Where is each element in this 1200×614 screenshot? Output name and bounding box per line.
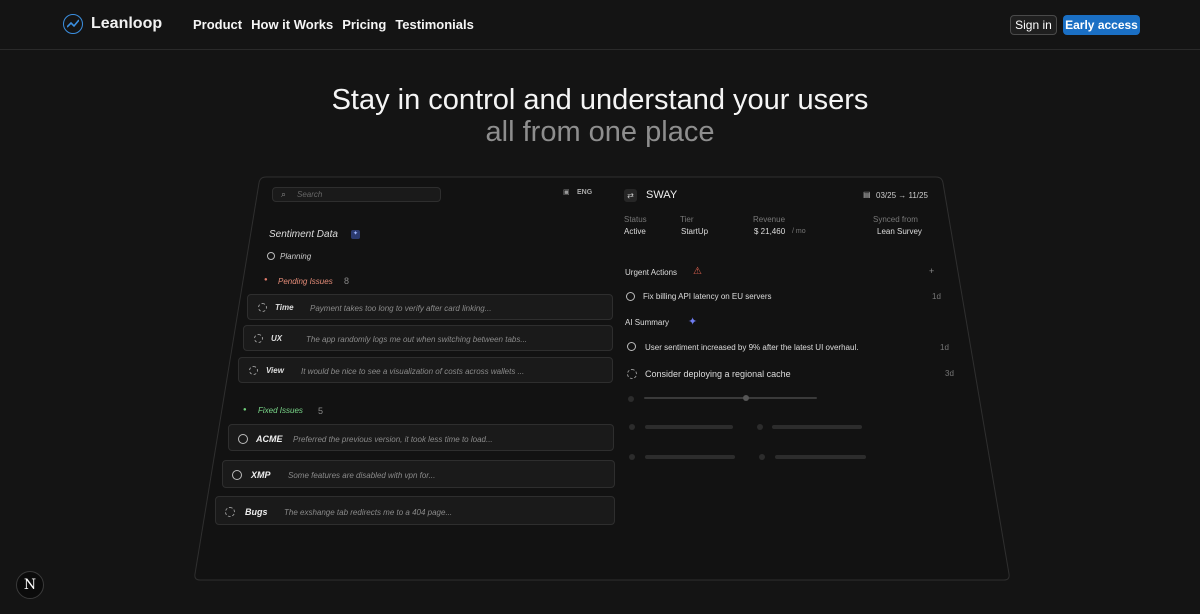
fixed-item[interactable]: ACME Preferred the previous version, it …	[228, 424, 614, 451]
skeleton-dot	[628, 396, 634, 402]
dashed-circle-icon	[254, 334, 263, 343]
revenue-value: $ 21,460	[754, 227, 786, 236]
skeleton-slider	[644, 397, 817, 399]
item-tag: XMP	[251, 470, 271, 480]
pending-count: 8	[344, 276, 350, 286]
skeleton-slider-thumb	[743, 395, 749, 401]
search-icon: ⌕	[281, 189, 287, 199]
planning-label: Planning	[280, 252, 312, 261]
warning-icon: ⚠	[693, 266, 702, 277]
urgent-item-time: 1d	[932, 292, 941, 301]
revenue-unit: / mo	[792, 228, 806, 235]
fixed-label[interactable]: Fixed Issues	[258, 406, 303, 415]
revenue-label: Revenue	[753, 215, 786, 224]
skeleton-bar	[645, 455, 735, 459]
circle-icon	[232, 470, 242, 480]
item-text: Some features are disabled with vpn for.…	[288, 471, 436, 480]
fixed-item[interactable]: XMP Some features are disabled with vpn …	[222, 460, 615, 488]
dashed-circle-icon	[627, 369, 637, 379]
item-text: The exshange tab redirects me to a 404 p…	[284, 508, 453, 517]
skeleton-dot	[757, 424, 763, 430]
item-text: Payment takes too long to verify after c…	[310, 304, 492, 313]
add-action-button[interactable]: +	[929, 266, 934, 276]
fixed-item[interactable]: Bugs The exshange tab redirects me to a …	[215, 496, 615, 525]
dashed-circle-icon	[249, 366, 258, 375]
circle-icon	[627, 342, 636, 351]
synced-label: Synced from	[873, 215, 918, 224]
urgent-label: Urgent Actions	[625, 268, 678, 277]
item-tag: Time	[275, 303, 294, 312]
circle-icon	[238, 434, 248, 444]
synced-value: Lean Survey	[877, 227, 922, 236]
dashed-circle-icon	[258, 303, 267, 312]
ai-item-text[interactable]: Consider deploying a regional cache	[645, 369, 791, 379]
planning-circle-icon	[267, 252, 275, 260]
status-label: Status	[624, 215, 647, 224]
account-logo-icon: ⇄	[624, 189, 637, 202]
tier-label: Tier	[680, 215, 694, 224]
item-tag: View	[266, 366, 284, 375]
pending-item[interactable]: UX The app randomly logs me out when swi…	[243, 325, 613, 351]
item-tag: Bugs	[245, 507, 268, 517]
pending-item[interactable]: View It would be nice to see a visualiza…	[238, 357, 613, 383]
pending-item[interactable]: Time Payment takes too long to verify af…	[247, 294, 613, 320]
item-text: It would be nice to see a visualization …	[301, 367, 525, 376]
skeleton-dot	[629, 454, 635, 460]
skeleton-dot	[629, 424, 635, 430]
sentiment-title: Sentiment Data	[269, 229, 338, 240]
ai-summary-label: AI Summary	[625, 318, 670, 327]
fixed-count: 5	[318, 406, 324, 416]
sentiment-badge-icon: ✦	[351, 230, 360, 239]
language-label[interactable]: ENG	[577, 189, 592, 196]
ai-item-text[interactable]: User sentiment increased by 9% after the…	[645, 343, 858, 352]
bullet-icon: ●	[264, 277, 268, 283]
bullet-icon: ●	[243, 407, 247, 413]
item-text: The app randomly logs me out when switch…	[306, 335, 528, 344]
skeleton-bar	[772, 425, 862, 429]
status-value: Active	[624, 227, 646, 236]
search-placeholder: Search	[297, 190, 323, 199]
account-name: SWAY	[646, 189, 678, 201]
item-tag: UX	[271, 334, 283, 343]
keyboard-icon: ▣	[563, 189, 570, 196]
circle-icon	[626, 292, 635, 301]
dashed-circle-icon	[225, 507, 235, 517]
item-text: Preferred the previous version, it took …	[293, 435, 493, 444]
pending-label[interactable]: Pending Issues	[278, 277, 333, 286]
ai-item-time: 1d	[940, 343, 949, 352]
skeleton-dot	[759, 454, 765, 460]
search-input[interactable]: ⌕ Search	[272, 187, 441, 202]
next-badge-button[interactable]: N	[16, 571, 44, 599]
ai-item-time: 3d	[945, 369, 954, 378]
calendar-icon: ▤	[863, 190, 871, 199]
item-tag: ACME	[256, 434, 283, 444]
sparkle-icon: ✦	[688, 316, 698, 328]
tier-value: StartUp	[681, 227, 709, 236]
skeleton-bar	[775, 455, 866, 459]
skeleton-bar	[645, 425, 733, 429]
date-range[interactable]: 03/25 → 11/25	[876, 191, 928, 200]
urgent-item-text[interactable]: Fix billing API latency on EU servers	[643, 292, 772, 301]
